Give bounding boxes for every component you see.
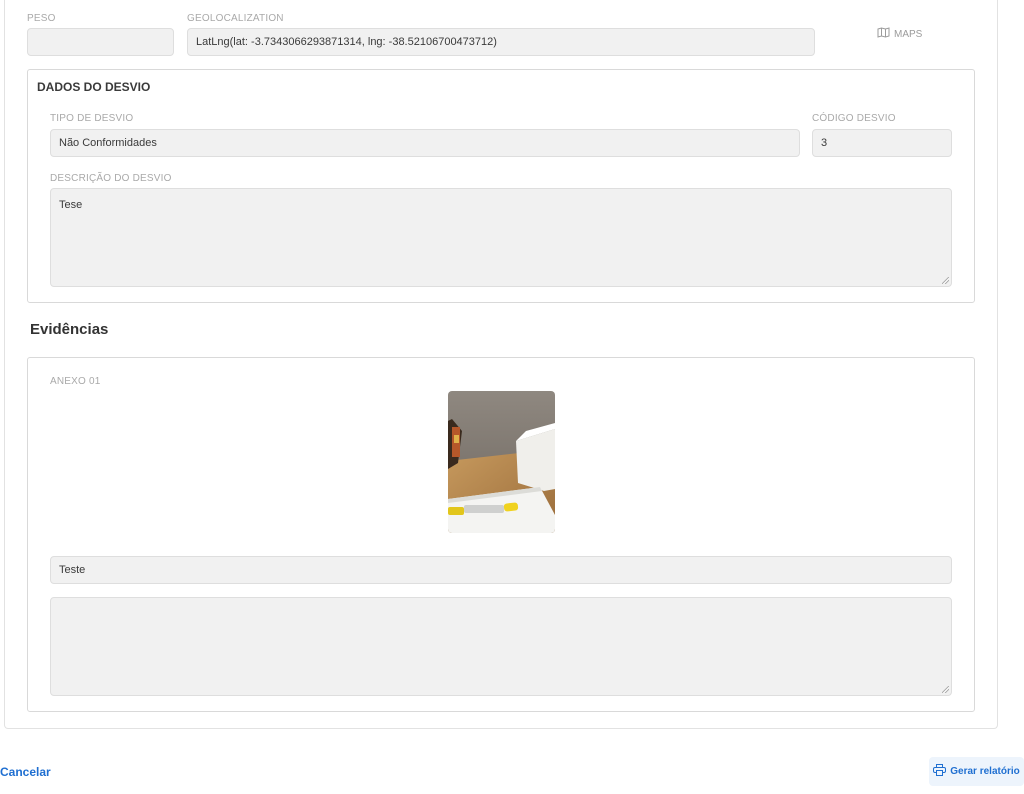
geolocalization-field[interactable]: LatLng(lat: -3.7343066293871314, lng: -3… bbox=[187, 28, 815, 56]
evidence-photo[interactable] bbox=[448, 391, 555, 533]
codigo-desvio-label: CÓDIGO DESVIO bbox=[812, 113, 896, 124]
evidence-notes-textarea[interactable] bbox=[50, 597, 952, 696]
geolocalization-label: GEOLOCALIZATION bbox=[187, 13, 284, 24]
descricao-desvio-textarea[interactable]: Tese bbox=[50, 188, 952, 287]
peso-label: PESO bbox=[27, 13, 56, 24]
cancel-button[interactable]: Cancelar bbox=[0, 765, 51, 779]
anexo-label: ANEXO 01 bbox=[50, 376, 101, 387]
resize-handle-icon[interactable] bbox=[942, 277, 949, 284]
peso-field[interactable] bbox=[27, 28, 174, 56]
generate-report-label: Gerar relatório bbox=[950, 766, 1020, 777]
resize-handle-icon[interactable] bbox=[942, 686, 949, 693]
generate-report-button[interactable]: Gerar relatório bbox=[929, 757, 1024, 786]
printer-icon bbox=[933, 764, 947, 779]
descricao-desvio-text: Tese bbox=[59, 199, 83, 211]
tipo-desvio-field[interactable]: Não Conformidades bbox=[50, 129, 800, 157]
maps-label: MAPS bbox=[894, 28, 923, 40]
descricao-desvio-label: DESCRIÇÃO DO DESVIO bbox=[50, 173, 172, 184]
evidence-caption-field[interactable]: Teste bbox=[50, 556, 952, 584]
evidencias-title: Evidências bbox=[30, 321, 109, 338]
tipo-desvio-label: TIPO DE DESVIO bbox=[50, 113, 134, 124]
desvio-title: DADOS DO DESVIO bbox=[37, 80, 151, 94]
maps-button[interactable]: MAPS bbox=[877, 27, 922, 41]
map-icon bbox=[877, 27, 890, 41]
codigo-desvio-field[interactable]: 3 bbox=[812, 129, 952, 157]
